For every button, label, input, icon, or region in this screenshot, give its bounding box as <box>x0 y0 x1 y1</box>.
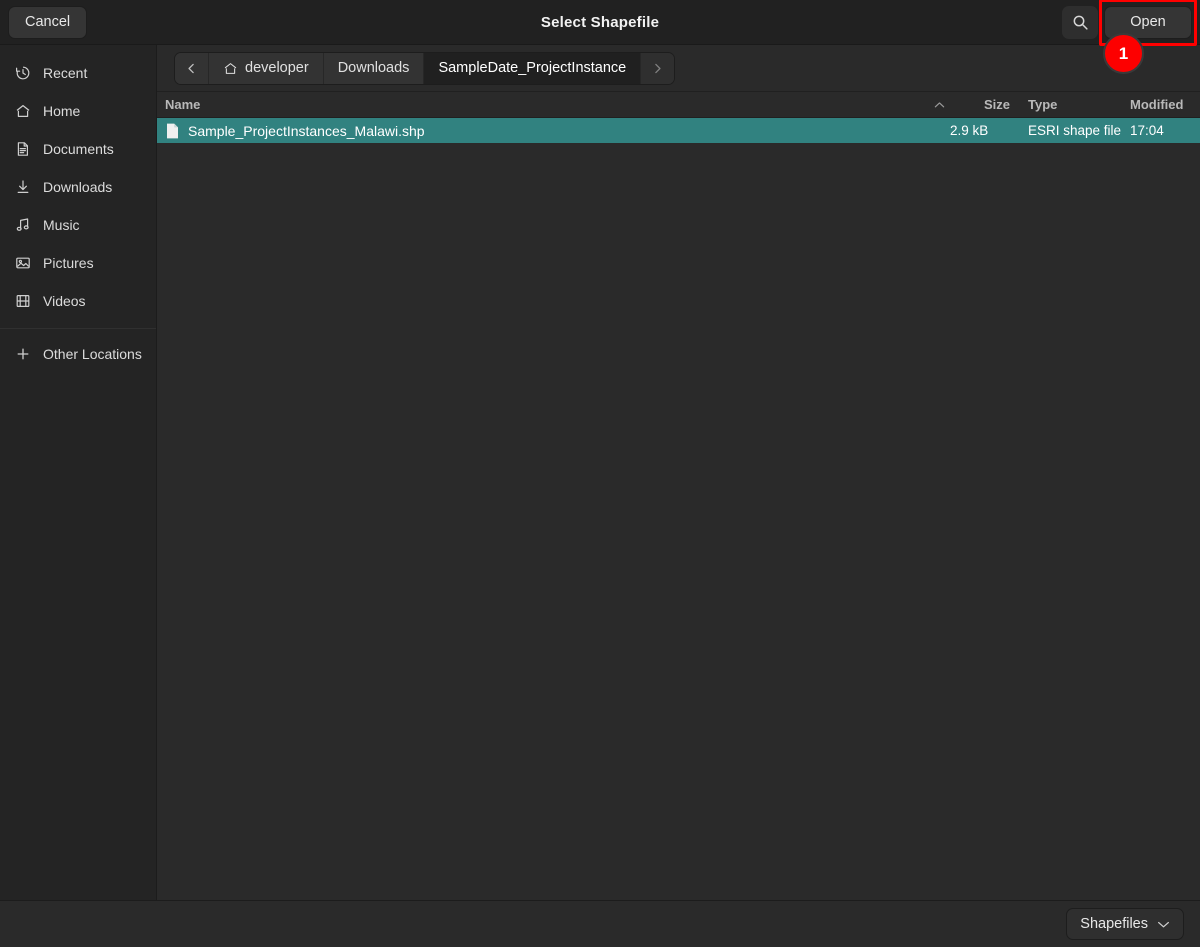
sidebar-item-label: Documents <box>43 141 114 157</box>
table-row[interactable]: Sample_ProjectInstances_Malawi.shp 2.9 k… <box>157 118 1200 143</box>
breadcrumb-back-button[interactable] <box>175 52 209 84</box>
plus-icon <box>14 346 31 363</box>
breadcrumb-forward-button[interactable] <box>641 52 675 84</box>
file-type-cell: ESRI shape file <box>1028 123 1122 138</box>
dialog-header-bar: Cancel Select Shapefile Open <box>0 0 1200 46</box>
places-sidebar: Recent Home Documents Downloads Music Pi… <box>0 45 157 900</box>
sidebar-item-other-locations[interactable]: Other Locations <box>0 335 156 373</box>
sidebar-item-label: Pictures <box>43 255 94 271</box>
sort-ascending-icon[interactable] <box>928 101 950 109</box>
sidebar-item-downloads[interactable]: Downloads <box>0 168 156 206</box>
file-icon <box>166 123 179 139</box>
chevron-down-icon <box>1157 920 1170 929</box>
path-bar-row: developer Downloads SampleDate_ProjectIn… <box>157 45 1200 92</box>
home-icon <box>223 61 238 76</box>
sidebar-divider <box>0 328 156 329</box>
music-note-icon <box>14 217 31 234</box>
picture-icon <box>14 255 31 272</box>
search-icon <box>1072 14 1089 31</box>
file-size-cell: 2.9 kB <box>950 123 989 138</box>
clock-icon <box>14 65 31 82</box>
dialog-footer: Shapefiles <box>0 900 1200 947</box>
breadcrumb-item-downloads[interactable]: Downloads <box>323 52 425 84</box>
sidebar-item-label: Downloads <box>43 179 113 195</box>
breadcrumb-item-developer[interactable]: developer <box>209 52 324 84</box>
sidebar-item-label: Videos <box>43 293 86 309</box>
sidebar-item-label: Home <box>43 103 81 119</box>
column-header-modified[interactable]: Modified <box>1122 97 1200 112</box>
file-name-label: Sample_ProjectInstances_Malawi.shp <box>188 122 425 139</box>
sidebar-item-pictures[interactable]: Pictures <box>0 244 156 282</box>
column-header-size[interactable]: Size <box>950 97 1010 112</box>
file-type-filter-dropdown[interactable]: Shapefiles <box>1066 908 1184 940</box>
sidebar-item-music[interactable]: Music <box>0 206 156 244</box>
sidebar-item-recent[interactable]: Recent <box>0 54 156 92</box>
sidebar-item-label: Music <box>43 217 80 233</box>
file-list-empty-area[interactable] <box>157 143 1200 900</box>
file-name-cell: Sample_ProjectInstances_Malawi.shp <box>157 123 928 139</box>
file-chooser-dialog: Cancel Select Shapefile Open 1 Recent Ho… <box>0 0 1200 947</box>
film-icon <box>14 293 31 310</box>
download-icon <box>14 179 31 196</box>
chevron-left-icon <box>185 62 198 75</box>
sidebar-item-label: Recent <box>43 65 88 81</box>
file-type-filter-label: Shapefiles <box>1080 916 1148 932</box>
breadcrumb-label: SampleDate_ProjectInstance <box>438 60 627 76</box>
breadcrumb-item-current[interactable]: SampleDate_ProjectInstance <box>424 52 642 84</box>
column-header-type[interactable]: Type <box>1010 97 1122 112</box>
sidebar-item-videos[interactable]: Videos <box>0 282 156 320</box>
document-icon <box>14 141 31 158</box>
breadcrumb: developer Downloads SampleDate_ProjectIn… <box>174 51 676 85</box>
sidebar-item-home[interactable]: Home <box>0 92 156 130</box>
column-header-name[interactable]: Name <box>157 97 928 112</box>
file-browser-main: developer Downloads SampleDate_ProjectIn… <box>157 45 1200 900</box>
file-list: Name Size Type Modified Sample_ProjectIn… <box>157 92 1200 900</box>
cancel-button[interactable]: Cancel <box>8 5 88 39</box>
search-button[interactable] <box>1062 5 1098 39</box>
chevron-right-icon <box>651 62 664 75</box>
breadcrumb-label: developer <box>245 60 309 76</box>
breadcrumb-label: Downloads <box>337 60 410 76</box>
dialog-body: Recent Home Documents Downloads Music Pi… <box>0 45 1200 900</box>
home-icon <box>14 103 31 120</box>
sidebar-item-label: Other Locations <box>43 346 142 362</box>
file-modified-cell: 17:04 <box>1130 123 1164 138</box>
step-badge-1: 1 <box>1103 33 1144 74</box>
sidebar-item-documents[interactable]: Documents <box>0 130 156 168</box>
file-list-header: Name Size Type Modified <box>157 92 1200 118</box>
dialog-title: Select Shapefile <box>540 13 660 31</box>
